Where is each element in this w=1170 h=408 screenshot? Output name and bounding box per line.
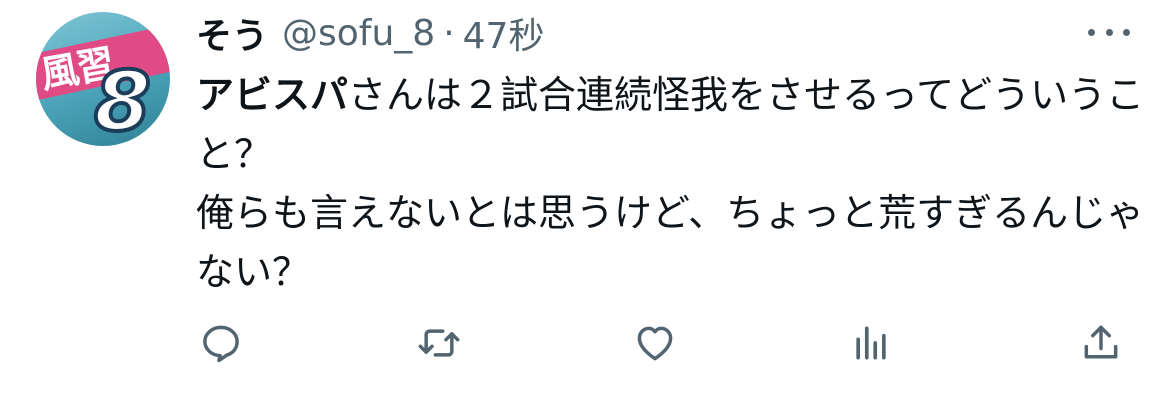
avatar[interactable]: 風習 8: [36, 12, 170, 146]
share-icon: [1084, 325, 1118, 359]
display-name[interactable]: そう: [196, 7, 268, 59]
share-button[interactable]: [1076, 318, 1126, 368]
heart-icon: [637, 326, 673, 361]
avatar-number: 8: [92, 55, 153, 146]
action-bar: [196, 318, 1136, 368]
reply-icon: [203, 325, 239, 363]
like-button[interactable]: [630, 318, 680, 368]
tweet-text: アビスパさんは２試合連続怪我をさせるってどういうこと？ 俺らも言えないとは思うけ…: [196, 66, 1146, 302]
retweet-button[interactable]: [414, 318, 464, 368]
user-handle[interactable]: @sofu_8: [282, 13, 435, 54]
more-options-icon[interactable]: [1088, 24, 1130, 40]
views-button[interactable]: [846, 318, 896, 368]
retweet-icon: [418, 329, 460, 357]
reply-button[interactable]: [196, 318, 246, 368]
mention[interactable]: アビスパ: [196, 73, 348, 117]
separator-dot: ·: [443, 12, 455, 54]
tweet-header: そう @sofu_8 · 47秒: [196, 8, 544, 58]
views-chart-icon: [856, 326, 886, 360]
timestamp[interactable]: 47秒: [463, 7, 545, 59]
